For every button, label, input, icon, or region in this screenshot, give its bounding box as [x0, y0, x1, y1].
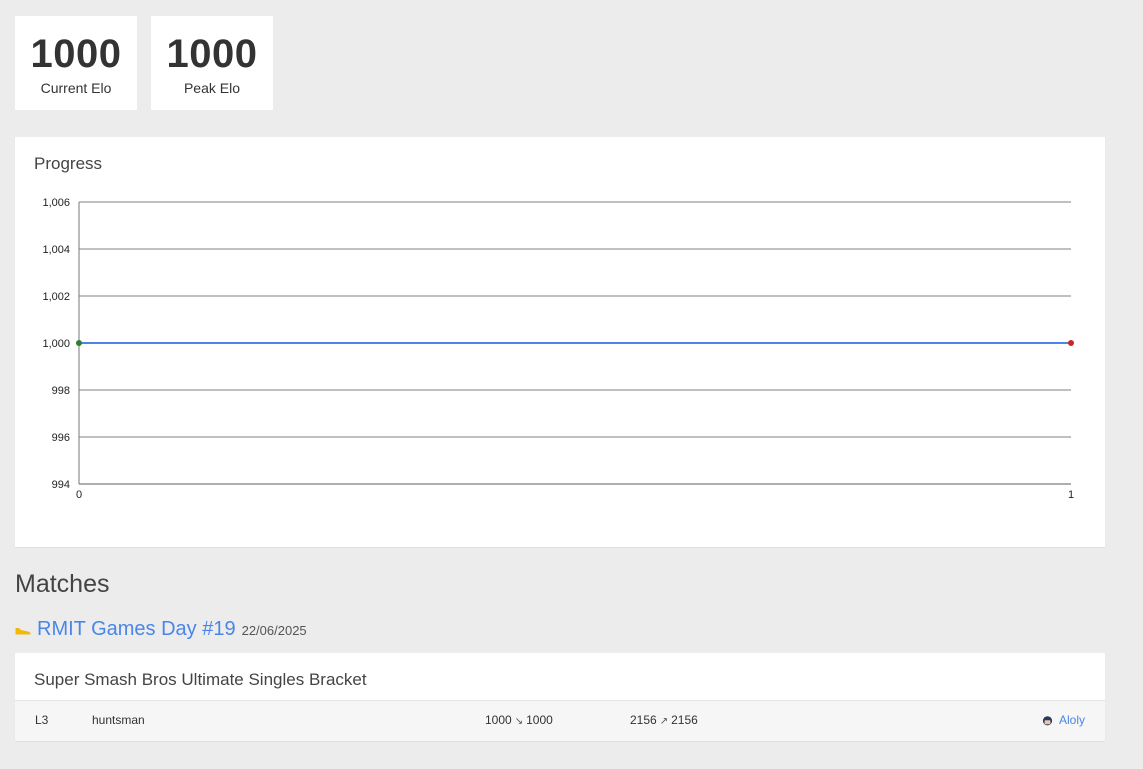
current-elo-value: 1000 [30, 32, 122, 76]
player-elo-change: 1000 ↘ 1000 [485, 713, 553, 727]
tournament-date: 22/06/2025 [241, 623, 307, 638]
matches-heading: Matches [15, 570, 110, 598]
elo-down-arrow-icon: ↘ [514, 716, 524, 727]
peak-elo-label: Peak Elo [183, 80, 241, 96]
current-elo-label: Current Elo [40, 80, 112, 96]
elo-progress-chart: 994 996 998 1,000 1,002 1,004 1,006 0 1 [42, 197, 1074, 501]
y-tick-label: 1,002 [42, 291, 70, 303]
data-point [1068, 340, 1074, 346]
data-point [76, 340, 82, 346]
x-tick-label: 1 [1068, 489, 1074, 501]
tournament-link[interactable]: RMIT Games Day #19 [37, 618, 236, 641]
y-tick-label: 1,000 [42, 338, 70, 350]
y-tick-label: 1,006 [42, 197, 70, 209]
match-round: L3 [35, 713, 49, 727]
tournament-header: RMIT Games Day #19 22/06/2025 [15, 618, 307, 648]
elo-up-arrow-icon: ↗ [659, 716, 669, 727]
fighter-head-icon [1042, 715, 1053, 725]
peak-elo-value: 1000 [166, 32, 258, 76]
peak-elo-card: 1000 Peak Elo [151, 16, 273, 110]
y-tick-label: 1,004 [42, 244, 70, 256]
sneaker-icon [15, 628, 31, 635]
bracket-card: Super Smash Bros Ultimate Singles Bracke… [15, 653, 1105, 741]
y-tick-label: 994 [52, 479, 70, 491]
opponent-elo-before: 2156 [630, 713, 657, 727]
match-opponent: huntsman [92, 713, 145, 727]
opponent-elo-change: 2156 ↗ 2156 [630, 713, 698, 727]
opponent-elo-after: 2156 [671, 713, 698, 727]
match-row[interactable]: L3 huntsman 1000 ↘ 1000 2156 ↗ 2156 Aloly [15, 700, 1105, 741]
current-elo-card: 1000 Current Elo [15, 16, 137, 110]
y-tick-label: 996 [52, 432, 70, 444]
y-tick-label: 998 [52, 385, 70, 397]
player-elo-after: 1000 [526, 713, 553, 727]
x-tick-label: 0 [76, 489, 82, 501]
player-elo-before: 1000 [485, 713, 512, 727]
bracket-title: Super Smash Bros Ultimate Singles Bracke… [34, 670, 367, 689]
progress-card: Progress 994 996 998 1,000 1,002 1,004 1,006 0 1 [15, 137, 1105, 547]
character-link[interactable]: Aloly [1042, 713, 1085, 727]
character-name: Aloly [1058, 713, 1085, 727]
